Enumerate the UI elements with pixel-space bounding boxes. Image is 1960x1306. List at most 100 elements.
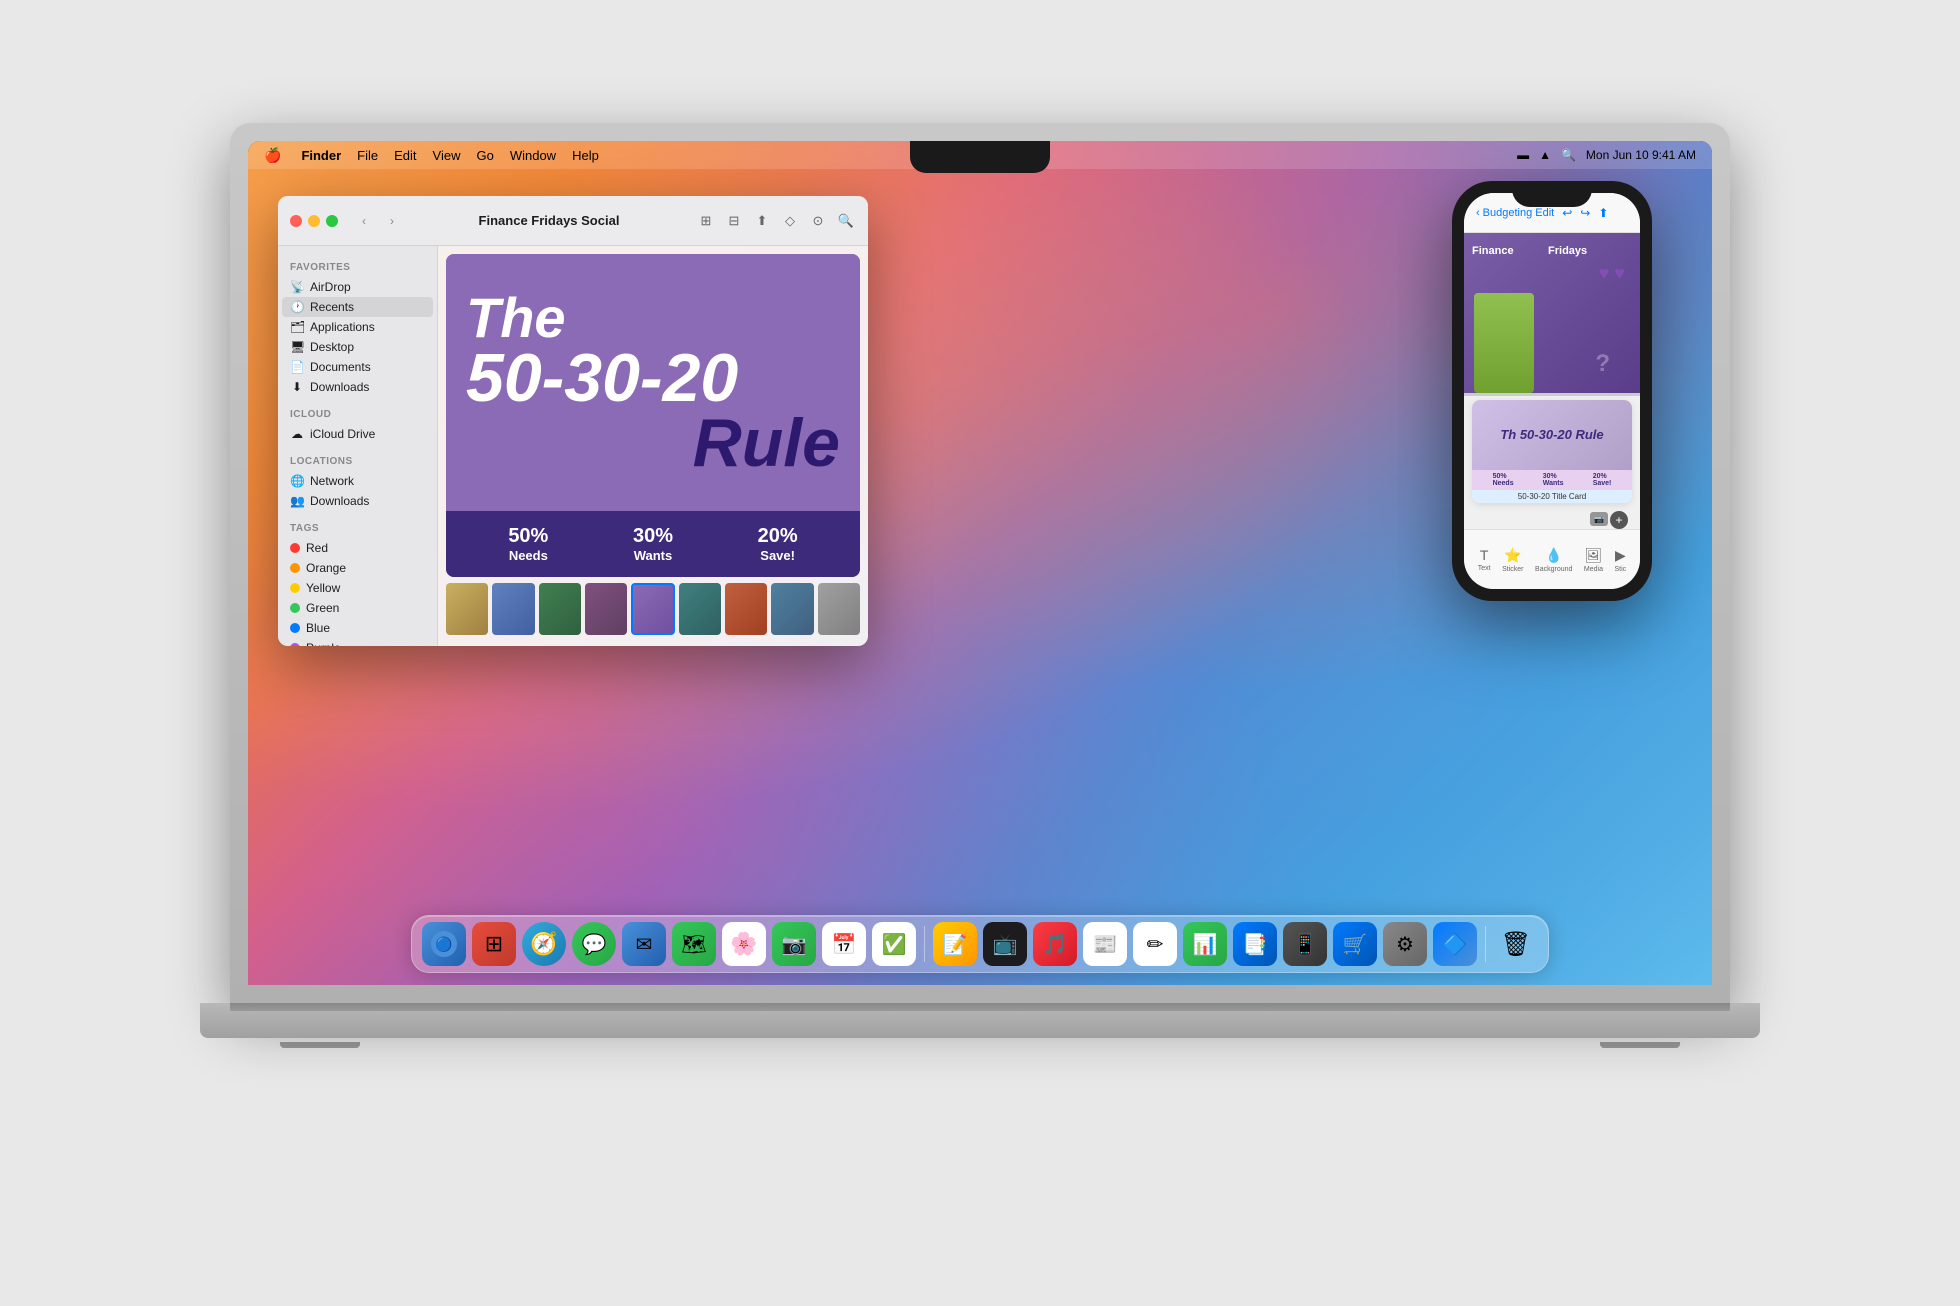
dock-icon-calendar[interactable]: 📅 <box>822 922 866 966</box>
stat-wants: 30% Wants <box>633 525 673 563</box>
sidebar-item-recents[interactable]: 🕐 Recents <box>282 297 433 317</box>
downloads-label: Downloads <box>310 380 369 394</box>
iphone-tool-text[interactable]: T Text <box>1478 547 1491 572</box>
menu-file[interactable]: File <box>357 148 378 163</box>
thumbnail-3[interactable] <box>539 583 581 635</box>
dock-icon-tv[interactable]: 📺 <box>983 922 1027 966</box>
more-icon[interactable]: ⊙ <box>808 211 828 231</box>
sidebar-item-tag-orange[interactable]: Orange <box>278 558 437 578</box>
undo-icon[interactable]: ↩ <box>1562 206 1572 220</box>
iphone-divider <box>1464 393 1640 396</box>
tag-red-icon <box>290 543 300 553</box>
thumbnail-8[interactable] <box>771 583 813 635</box>
back-chevron-icon: ‹ <box>1476 207 1480 219</box>
iphone-tool-media[interactable]: 🖼 Media <box>1584 547 1603 573</box>
iphone-card-label: 50-30-20 Title Card <box>1472 490 1632 503</box>
dock-icon-mail[interactable]: ✉ <box>622 922 666 966</box>
sidebar-item-shared[interactable]: 👥 Downloads <box>278 491 437 511</box>
dock: 🔵 ⊞ 🧭 💬 ✉ <box>411 915 1549 973</box>
dock-icon-maps[interactable]: 🗺 <box>672 922 716 966</box>
macbook-foot-right <box>1600 1042 1680 1048</box>
stat-wants-pct: 30% <box>633 525 673 548</box>
macbook-hinge <box>230 1003 1730 1011</box>
tag-yellow-label: Yellow <box>306 581 340 595</box>
maximize-button[interactable] <box>326 215 338 227</box>
dock-icon-notes[interactable]: 📝 <box>933 922 977 966</box>
network-label: Network <box>310 474 354 488</box>
rule-word: Rule <box>693 411 840 476</box>
dock-icon-photos[interactable]: 🌸 <box>722 922 766 966</box>
iphone-back-button[interactable]: ‹ Budgeting Edit <box>1476 207 1554 219</box>
tag-icon[interactable]: ◇ <box>780 211 800 231</box>
iphone-second-card-image: Th 50-30-20 Rule <box>1472 400 1632 470</box>
menu-help[interactable]: Help <box>572 148 599 163</box>
sidebar-item-tag-blue[interactable]: Blue <box>278 618 437 638</box>
dock-icon-system-preferences[interactable]: ⚙ <box>1383 922 1427 966</box>
thumbnail-2[interactable] <box>492 583 534 635</box>
dock-icon-numbers[interactable]: 📊 <box>1183 922 1227 966</box>
sidebar-item-icloud-drive[interactable]: ☁ iCloud Drive <box>278 424 437 444</box>
iphone-tool-sticker[interactable]: ⭐ Sticker <box>1502 547 1523 573</box>
finder-toolbar-icons: ⊞ ⊟ ⬆ ◇ ⊙ 🔍 <box>696 211 856 231</box>
menu-go[interactable]: Go <box>476 148 493 163</box>
thumbnail-7[interactable] <box>725 583 767 635</box>
macbook-feet <box>280 1042 1680 1048</box>
sidebar-item-network[interactable]: 🌐 Network <box>278 471 437 491</box>
dock-icon-finder[interactable]: 🔵 <box>422 922 466 966</box>
menu-view[interactable]: View <box>433 148 461 163</box>
close-button[interactable] <box>290 215 302 227</box>
minimize-button[interactable] <box>308 215 320 227</box>
fridays-label: Fridays <box>1548 245 1587 257</box>
menu-window[interactable]: Window <box>510 148 556 163</box>
dock-icon-iphone-mirroring[interactable]: 📱 <box>1283 922 1327 966</box>
share-icon[interactable]: ⬆ <box>1598 206 1608 220</box>
shared-icon: 👥 <box>290 494 304 508</box>
thumbnail-5[interactable] <box>631 583 674 635</box>
sidebar-item-tag-red[interactable]: Red <box>278 538 437 558</box>
search-icon[interactable]: 🔍 <box>1561 148 1576 162</box>
dock-icon-freeform[interactable]: ✏ <box>1133 922 1177 966</box>
back-button[interactable]: ‹ <box>354 211 374 231</box>
dock-icon-reminders[interactable]: ✅ <box>872 922 916 966</box>
iphone-tool-background[interactable]: 💧 Background <box>1535 547 1572 573</box>
stat-needs: 50% Needs <box>508 525 548 563</box>
dock-icon-launchpad[interactable]: ⊞ <box>472 922 516 966</box>
menu-edit[interactable]: Edit <box>394 148 416 163</box>
redo-icon[interactable]: ↪ <box>1580 206 1590 220</box>
view-toggle-icon[interactable]: ⊞ <box>696 211 716 231</box>
dock-icon-trash[interactable]: 🗑 <box>1494 922 1538 966</box>
iphone-second-card[interactable]: Th 50-30-20 Rule 50%Needs 30%Wants 20%Sa… <box>1472 400 1632 503</box>
menu-finder[interactable]: Finder <box>301 148 341 163</box>
sidebar-item-desktop[interactable]: 🖥 Desktop <box>278 337 437 357</box>
finder-search-icon[interactable]: 🔍 <box>836 211 856 231</box>
shared-label: Downloads <box>310 494 369 508</box>
camera-icon[interactable]: 📷 <box>1590 512 1608 526</box>
dock-icon-safari[interactable]: 🧭 <box>522 922 566 966</box>
dock-icon-messages[interactable]: 💬 <box>572 922 616 966</box>
sidebar-item-tag-green[interactable]: Green <box>278 598 437 618</box>
dock-icon-finder-2[interactable]: 🔷 <box>1433 922 1477 966</box>
dock-icon-news[interactable]: 📰 <box>1083 922 1127 966</box>
grid-view-icon[interactable]: ⊟ <box>724 211 744 231</box>
sidebar-item-tag-yellow[interactable]: Yellow <box>278 578 437 598</box>
thumbnail-6[interactable] <box>679 583 721 635</box>
iphone-tool-more[interactable]: ▶ Stic <box>1615 547 1627 573</box>
dock-icon-facetime[interactable]: 📷 <box>772 922 816 966</box>
sidebar-item-documents[interactable]: 📄 Documents <box>278 357 437 377</box>
sidebar-item-airdrop[interactable]: 📡 AirDrop <box>278 277 437 297</box>
iphone-finance-header: Finance Fridays <box>1472 241 1632 259</box>
thumbnail-4[interactable] <box>585 583 627 635</box>
apple-logo-icon[interactable]: 🍎 <box>264 147 281 164</box>
dock-icon-app-store[interactable]: 🛒 <box>1333 922 1377 966</box>
thumbnail-9[interactable] <box>818 583 860 635</box>
airdrop-icon: 📡 <box>290 280 304 294</box>
sidebar-item-applications[interactable]: 🗂 Applications <box>278 317 437 337</box>
thumbnail-1[interactable] <box>446 583 488 635</box>
dock-icon-music[interactable]: 🎵 <box>1033 922 1077 966</box>
dock-icon-keynote[interactable]: 📑 <box>1233 922 1277 966</box>
sidebar-item-downloads[interactable]: ⬇ Downloads <box>278 377 437 397</box>
forward-button[interactable]: › <box>382 211 402 231</box>
add-card-button[interactable]: + <box>1610 511 1628 529</box>
share-icon[interactable]: ⬆ <box>752 211 772 231</box>
sidebar-item-tag-purple[interactable]: Purple <box>278 638 437 646</box>
